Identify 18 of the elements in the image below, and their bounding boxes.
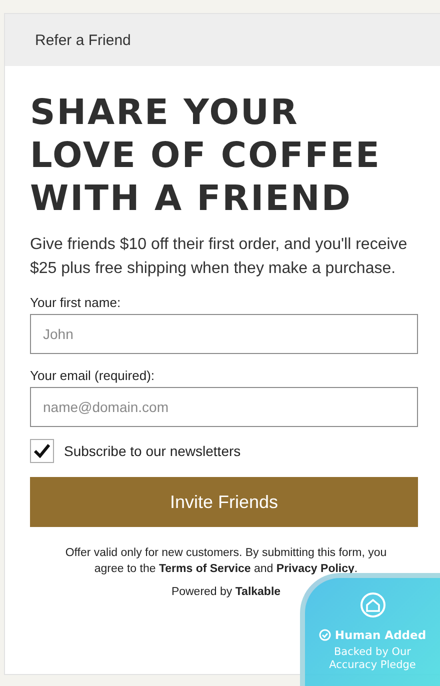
powered-by-text: Powered by Talkable: [170, 586, 282, 598]
house-icon: [360, 592, 386, 618]
terms-link[interactable]: Terms of Service: [158, 563, 251, 575]
header-title: Refer a Friend: [35, 32, 131, 48]
badge-subtitle: Backed by Our Accuracy Pledge: [328, 646, 417, 672]
checkbox-label: Subscribe to our newsletters: [64, 443, 241, 459]
check-icon: [34, 444, 50, 458]
input-field[interactable]: John: [30, 314, 418, 354]
heading: SHARE YOUR LOVE OF COFFEE WITH A FRIEND: [30, 92, 382, 221]
field-label: Your email (required):: [30, 368, 155, 383]
checkbox[interactable]: [30, 439, 54, 463]
privacy-link[interactable]: Privacy Policy: [276, 563, 354, 575]
input-field[interactable]: name@domain.com: [30, 387, 418, 427]
invite-button[interactable]: Invite Friends: [30, 477, 418, 527]
field-label: Your first name:: [30, 295, 121, 310]
badge-title: Human Added: [334, 628, 426, 642]
intro-text: Give friends $10 off their first order, and you'll receive $25 plus free shipping when they make a purchase.: [30, 235, 408, 279]
check-circle-icon: [318, 629, 331, 641]
